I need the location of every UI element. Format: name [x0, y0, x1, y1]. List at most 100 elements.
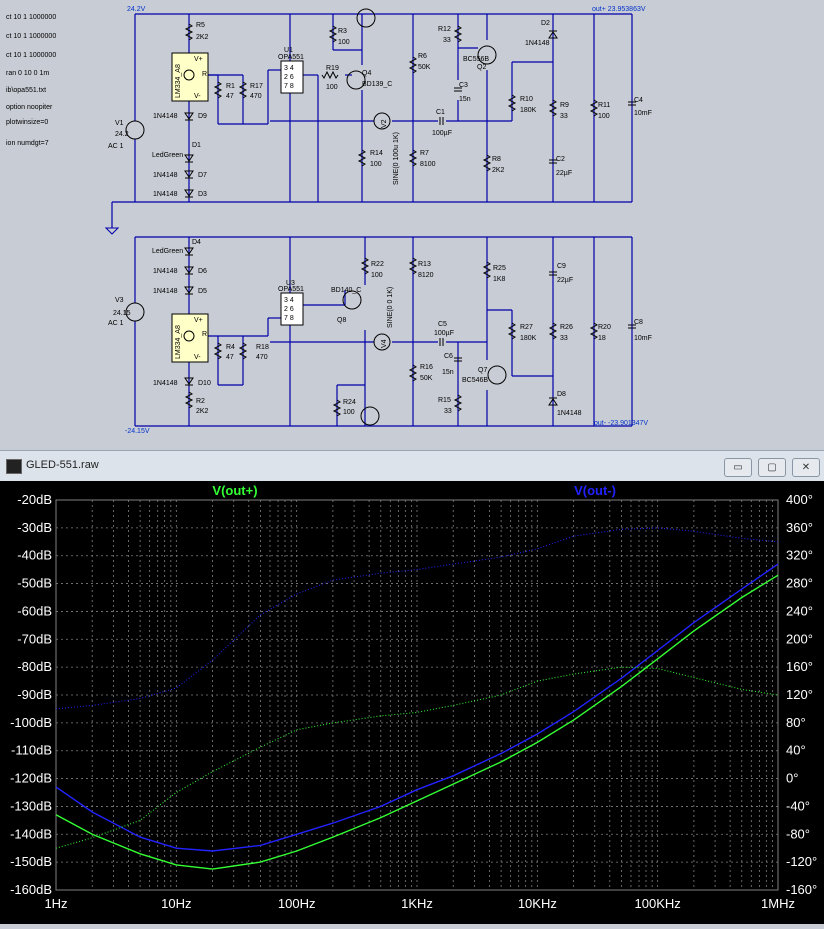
part-value[interactable]: 2K2	[196, 34, 209, 41]
part-ref[interactable]: D9	[198, 113, 207, 120]
part-value[interactable]: 33	[560, 335, 568, 342]
part-ref[interactable]: R27	[520, 324, 533, 331]
part-ref[interactable]: R12	[438, 26, 451, 33]
part-ref[interactable]: C6	[444, 353, 453, 360]
part-ref[interactable]: R18	[256, 344, 269, 351]
part-value[interactable]: AC 1	[108, 143, 124, 150]
part-ref[interactable]: R7	[420, 150, 429, 157]
part-ref[interactable]: C2	[556, 156, 565, 163]
maximize-button[interactable]: ▢	[758, 458, 786, 477]
part-value[interactable]: LedGreen	[152, 152, 183, 159]
part-value[interactable]: 22µF	[556, 170, 572, 177]
part-value[interactable]: 100	[343, 409, 355, 416]
part-ref[interactable]: U1	[284, 47, 293, 54]
trace-legend-label[interactable]: V(out-)	[574, 483, 616, 498]
part-ref[interactable]: R11	[598, 102, 610, 109]
part-value[interactable]: 100µF	[432, 130, 452, 137]
part-ref[interactable]: R6	[418, 53, 427, 60]
part-ref[interactable]: D8	[557, 391, 566, 398]
part-value[interactable]: BC546B	[462, 377, 488, 384]
close-button[interactable]: ✕	[792, 458, 820, 477]
part-value[interactable]: 100	[326, 84, 338, 91]
part-ref[interactable]: Q2	[477, 64, 486, 71]
part-value[interactable]: 1N4148	[153, 191, 178, 198]
directive-text[interactable]: ran 0 10 0 1m	[6, 70, 49, 77]
part-value[interactable]: 33	[444, 408, 452, 415]
part-ref[interactable]: V2	[381, 119, 388, 128]
part-ref[interactable]: C3	[459, 82, 468, 89]
part-value[interactable]: 1K8	[493, 276, 506, 283]
magnitude-trace[interactable]	[55, 563, 779, 852]
part-value[interactable]: 24.15	[113, 310, 131, 317]
minimize-button[interactable]: ▭	[724, 458, 752, 477]
part-ref[interactable]: Q8	[337, 317, 346, 324]
part-value[interactable]: BC556B	[463, 56, 489, 63]
part-value[interactable]: 8120	[418, 272, 434, 279]
part-value[interactable]: 1N4148	[153, 172, 178, 179]
part-ref[interactable]: D3	[198, 191, 207, 198]
part-value[interactable]: BD140_C	[331, 287, 361, 294]
part-ref[interactable]: R26	[560, 324, 573, 331]
part-ref[interactable]: V4	[381, 339, 388, 348]
part-value[interactable]: 10mF	[634, 335, 652, 342]
part-value[interactable]: 50K	[420, 375, 433, 382]
directive-text[interactable]: ib\opa551.txt	[6, 87, 46, 94]
part-ref[interactable]: D1	[192, 142, 201, 149]
part-ref[interactable]: R1	[226, 83, 235, 90]
part-ref[interactable]: R19	[326, 65, 339, 72]
part-ref[interactable]: R14	[370, 150, 383, 157]
part-ref[interactable]: R15	[438, 397, 451, 404]
part-ref[interactable]: R24	[343, 399, 356, 406]
part-value[interactable]: 50K	[418, 64, 431, 71]
part-value[interactable]: 100	[338, 39, 350, 46]
part-ref[interactable]: V3	[115, 297, 124, 304]
part-ref[interactable]: R20	[598, 324, 611, 331]
part-ref[interactable]: R25	[493, 265, 506, 272]
part-value[interactable]: AC 1	[108, 320, 124, 327]
part-value[interactable]: 47	[226, 354, 234, 361]
part-ref[interactable]: R9	[560, 102, 569, 109]
part-value[interactable]: 180K	[520, 107, 537, 114]
part-ref[interactable]: D6	[198, 268, 207, 275]
part-ref[interactable]: D7	[198, 172, 207, 179]
part-value[interactable]: OPA551	[278, 54, 304, 61]
part-value[interactable]: 1N4148	[525, 40, 550, 47]
part-value[interactable]: 100	[370, 161, 382, 168]
spice-directives[interactable]: ct 10 1 1000000 ct 10 1 1000000 ct 10 1 …	[6, 14, 56, 147]
part-ref[interactable]: R4	[226, 344, 235, 351]
schematic-canvas[interactable]: ct 10 1 1000000 ct 10 1 1000000 ct 10 1 …	[0, 0, 824, 444]
part-ref[interactable]: R3	[338, 28, 347, 35]
part-ref[interactable]: C8	[634, 319, 643, 326]
part-ref[interactable]: R8	[492, 156, 501, 163]
part-value[interactable]: 10mF	[634, 110, 652, 117]
part-ref[interactable]: Q4	[362, 70, 371, 77]
part-ref[interactable]: R16	[420, 364, 433, 371]
part-ref[interactable]: D5	[198, 288, 207, 295]
part-ref[interactable]: LM334_A8	[175, 325, 182, 359]
part-value[interactable]: 470	[250, 93, 262, 100]
part-ref[interactable]: R17	[250, 83, 263, 90]
part-ref[interactable]: D10	[198, 380, 211, 387]
part-ref[interactable]: R22	[371, 261, 384, 268]
part-value[interactable]: 2K2	[196, 408, 209, 415]
part-ref[interactable]: R2	[196, 398, 205, 405]
part-value[interactable]: 180K	[520, 335, 537, 342]
part-value[interactable]: LedGreen	[152, 248, 183, 255]
directive-text[interactable]: ct 10 1 1000000	[6, 52, 56, 59]
part-value[interactable]: 100	[598, 113, 610, 120]
directive-text[interactable]: plotwinsize=0	[6, 119, 48, 126]
schematic-panel[interactable]: ct 10 1 1000000 ct 10 1 1000000 ct 10 1 …	[0, 0, 824, 444]
part-value[interactable]: OPA551	[278, 286, 304, 293]
part-value[interactable]: 1N4148	[153, 113, 178, 120]
part-ref[interactable]: R5	[196, 22, 205, 29]
part-value[interactable]: 24.2	[115, 131, 129, 138]
part-value[interactable]: 100µF	[434, 330, 454, 337]
directive-text[interactable]: option noopiter	[6, 104, 53, 111]
part-value[interactable]: 1N4148	[557, 410, 582, 417]
part-value[interactable]: 15n	[442, 369, 454, 376]
part-value[interactable]: 33	[560, 113, 568, 120]
part-ref[interactable]: C1	[436, 109, 445, 116]
part-value[interactable]: 22µF	[557, 277, 573, 284]
part-value[interactable]: 18	[598, 335, 606, 342]
part-value[interactable]: 1N4148	[153, 380, 178, 387]
